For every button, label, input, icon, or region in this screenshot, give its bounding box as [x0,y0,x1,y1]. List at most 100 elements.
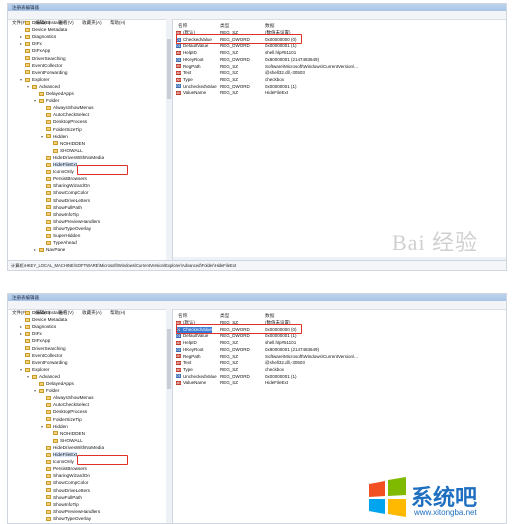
tree-node[interactable]: HideFileExt [41,161,77,168]
tree-node[interactable]: ShowFullPath [41,204,82,211]
column-header-type[interactable]: 类型 [220,312,229,319]
expand-arrow-icon[interactable]: ▸ [34,246,38,253]
tree-node[interactable]: ShowDriveLetters [41,197,90,204]
tree-node[interactable]: ShowTypeOverlay [41,515,91,522]
tree-node[interactable]: IconsOnly [41,168,74,175]
column-header-name[interactable]: 名称 [178,312,187,319]
tree-node[interactable]: SharingWizardOn [41,472,90,479]
tree-node[interactable]: Device Metadata [20,316,67,323]
expand-arrow-icon[interactable]: ▾ [20,366,24,373]
tree-node[interactable]: ▾ Folder [34,97,59,104]
tree-node[interactable]: HideDrivesWithNoMedia [41,444,104,451]
tree-scrollbar[interactable] [166,309,173,523]
tree-node[interactable]: Device Installer [20,19,64,26]
tree-node[interactable]: Device Installer [20,309,64,316]
value-row[interactable]: 01 HKeyRoot REG_DWORD 0x80000001 (214748364… [173,57,506,64]
scroll-thumb[interactable] [167,39,171,99]
column-header-type[interactable]: 类型 [220,22,229,29]
tree-node[interactable]: ShowCompColor [41,479,88,486]
tree-node[interactable]: ▾ Explorer [20,76,49,83]
expand-arrow-icon[interactable]: ▸ [20,323,24,330]
tree-node[interactable]: AutoCheckSelect [41,401,89,408]
tree-node[interactable]: ▸ NavPane [34,246,65,253]
value-row[interactable]: ab RegPath REG_SZ Software\Microsoft\Window… [173,354,506,361]
tree-node[interactable]: ▾ Explorer [20,366,49,373]
tree-node[interactable]: ShowCompColor [41,189,88,196]
value-row[interactable]: ab ValueName REG_SZ HideFileExt [173,380,506,387]
value-row[interactable]: 01 UncheckedValue REG_DWORD 0x00000001 (1) [173,84,506,91]
tree-node[interactable]: AlwaysShowMenus [41,104,94,111]
tree-node[interactable]: PersistBrowsers [41,465,87,472]
tree-node[interactable]: EventCollector [20,62,62,69]
tree-node[interactable]: Device Metadata [20,26,67,33]
tree-node[interactable]: AlwaysShowMenus [41,394,94,401]
tree-node[interactable]: SuperHidden [41,232,80,239]
tree-node[interactable]: EventForwarding [20,359,67,366]
tree-node[interactable]: FolderSizeTip [41,126,82,133]
tree-node[interactable]: DriverSearching [20,55,66,62]
expand-arrow-icon[interactable]: ▸ [20,330,24,337]
value-row[interactable]: ab HelpID REG_SZ shell.hlp#51101 [173,50,506,57]
tree-node[interactable]: ShowPreviewHandlers [41,218,100,225]
tree-node[interactable]: ShowDriveLetters [41,487,90,494]
expand-arrow-icon[interactable]: ▾ [34,97,38,104]
tree-node[interactable]: ▾ Hidden [41,133,68,140]
value-row[interactable]: 01 DefaultValue REG_DWORD 0x00000001 (1) [173,43,506,50]
tree-node[interactable]: PersistBrowsers [41,175,87,182]
value-row[interactable]: ab Text REG_SZ @shell32.dll,-30503 [173,70,506,77]
tree-node[interactable]: SHOWALL [48,437,83,444]
tree-node[interactable]: ShowInfoTip [41,211,79,218]
tree-node[interactable]: ▾ Advanced [27,83,60,90]
tree-node[interactable]: ▸ Diagnostics [20,33,56,40]
column-header-name[interactable]: 名称 [178,22,187,29]
expand-arrow-icon[interactable]: ▾ [34,387,38,394]
expand-arrow-icon[interactable]: ▾ [20,76,24,83]
expand-arrow-icon[interactable]: ▾ [41,423,45,430]
value-row[interactable]: ab Text REG_SZ @shell32.dll,-30503 [173,360,506,367]
tree-node[interactable]: ShowFullPath [41,494,82,501]
tree-node[interactable]: ▸ DIFx [20,330,42,337]
tree-node[interactable]: SharingWizardOn [41,182,90,189]
tree-node[interactable]: DesktopProcess [41,118,87,125]
tree-node[interactable]: DelayedApps [34,90,74,97]
value-row[interactable]: 01 UncheckedValue REG_DWORD 0x00000001 (1) [173,374,506,381]
value-row[interactable]: 01 HKeyRoot REG_DWORD 0x80000001 (214748364… [173,347,506,354]
tree-node[interactable]: EventCollector [20,352,62,359]
key-tree[interactable]: Device Installer Device Metadata ▸ Diagnost… [8,309,167,523]
value-row[interactable]: ab ValueName REG_SZ HideFileExt [173,90,506,97]
tree-node[interactable]: ShowTypeOverlay [41,225,91,232]
tree-node[interactable]: ▾ Folder [34,387,59,394]
tree-node[interactable]: SuperHidden [41,522,80,523]
tree-node[interactable]: HideDrivesWithNoMedia [41,154,104,161]
tree-node[interactable]: DIFxApp [20,337,50,344]
tree-node[interactable]: DIFxApp [20,47,50,54]
tree-node[interactable]: AutoCheckSelect [41,111,89,118]
tree-node[interactable]: DelayedApps [34,380,74,387]
tree-scrollbar[interactable] [166,19,173,261]
tree-node[interactable]: DriverSearching [20,345,66,352]
expand-arrow-icon[interactable]: ▾ [27,373,31,380]
expand-arrow-icon[interactable]: ▸ [20,33,24,40]
tree-node[interactable]: NOHIDDEN [48,430,85,437]
value-row[interactable]: ab Type REG_SZ checkbox [173,367,506,374]
value-row[interactable]: ab Type REG_SZ checkbox [173,77,506,84]
column-header-data[interactable]: 数据 [265,22,274,29]
tree-node[interactable]: ▸ Diagnostics [20,323,56,330]
expand-arrow-icon[interactable]: ▸ [20,40,24,47]
tree-node[interactable]: IconsOnly [41,458,74,465]
value-row[interactable]: ab RegPath REG_SZ Software\Microsoft\Window… [173,64,506,71]
expand-arrow-icon[interactable]: ▾ [41,133,45,140]
tree-node[interactable]: ▾ Advanced [27,373,60,380]
tree-node[interactable]: ▾ Hidden [41,423,68,430]
tree-node[interactable]: TypeAhead [41,239,77,246]
tree-node[interactable]: ShowPreviewHandlers [41,508,100,515]
tree-node[interactable]: FolderSizeTip [41,416,82,423]
scroll-thumb[interactable] [167,329,171,389]
tree-node[interactable]: SHOWALL [48,147,83,154]
tree-node[interactable]: EventForwarding [20,69,67,76]
key-tree[interactable]: Device Installer Device Metadata ▸ Diagnost… [8,19,167,261]
value-row[interactable]: ab HelpID REG_SZ shell.hlp#51101 [173,340,506,347]
tree-node[interactable]: ▸ DIFx [20,40,42,47]
tree-node[interactable]: HideFileExt [41,451,77,458]
expand-arrow-icon[interactable]: ▾ [27,83,31,90]
